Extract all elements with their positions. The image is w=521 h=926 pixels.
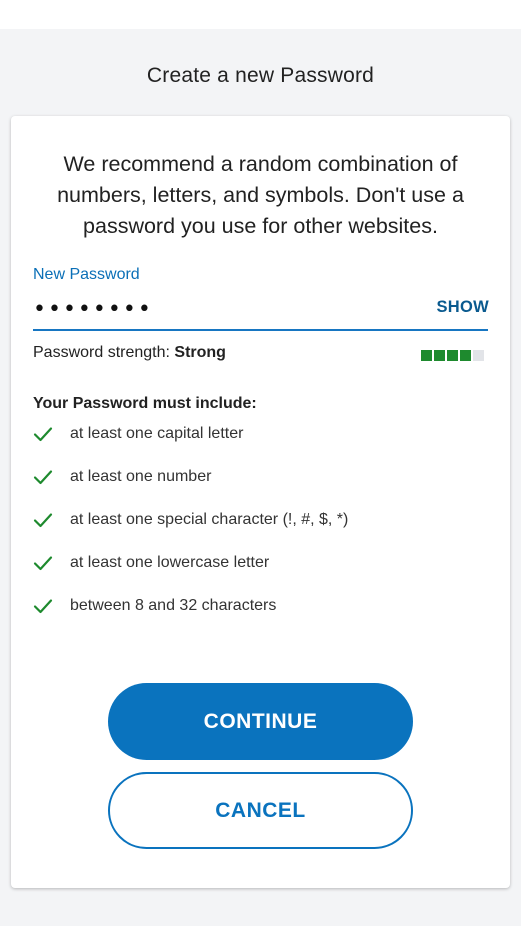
new-password-input[interactable] [33, 292, 403, 326]
new-password-label: New Password [33, 266, 140, 283]
requirement-item: between 8 and 32 characters [33, 594, 473, 618]
cancel-button[interactable]: CANCEL [108, 772, 413, 849]
password-strength-value: Strong [174, 344, 226, 361]
check-icon [33, 427, 53, 442]
strength-segment-filled [447, 350, 458, 361]
strength-segment-empty [473, 350, 484, 361]
requirement-item: at least one special character (!, #, $,… [33, 508, 473, 532]
check-icon [33, 513, 53, 528]
password-strength: Password strength: Strong [33, 344, 226, 362]
intro-text: We recommend a random combination of num… [57, 152, 464, 238]
check-icon [33, 599, 53, 614]
requirement-item: at least one lowercase letter [33, 551, 473, 575]
requirement-item: at least one capital letter [33, 422, 473, 446]
password-strength-prefix: Password strength: [33, 344, 175, 361]
strength-segment-filled [434, 350, 445, 361]
requirement-label: at least one lowercase letter [70, 554, 270, 571]
requirements-heading: Your Password must include: [33, 395, 257, 412]
page-title: Create a new Password [146, 64, 375, 87]
requirement-label: between 8 and 32 characters [70, 597, 277, 614]
continue-button[interactable]: CONTINUE [108, 683, 413, 760]
requirement-label: at least one special character (!, #, $,… [70, 511, 349, 528]
show-password-button[interactable]: SHOW [415, 290, 489, 324]
strength-meter [421, 350, 484, 361]
requirement-item: at least one number [33, 465, 473, 489]
strength-segment-filled [421, 350, 432, 361]
requirement-label: at least one capital letter [70, 425, 244, 442]
check-icon [33, 470, 53, 485]
password-field-underline [33, 329, 488, 331]
password-card: We recommend a random combination of num… [11, 116, 510, 888]
strength-segment-filled [460, 350, 471, 361]
requirement-label: at least one number [70, 468, 212, 485]
check-icon [33, 556, 53, 571]
